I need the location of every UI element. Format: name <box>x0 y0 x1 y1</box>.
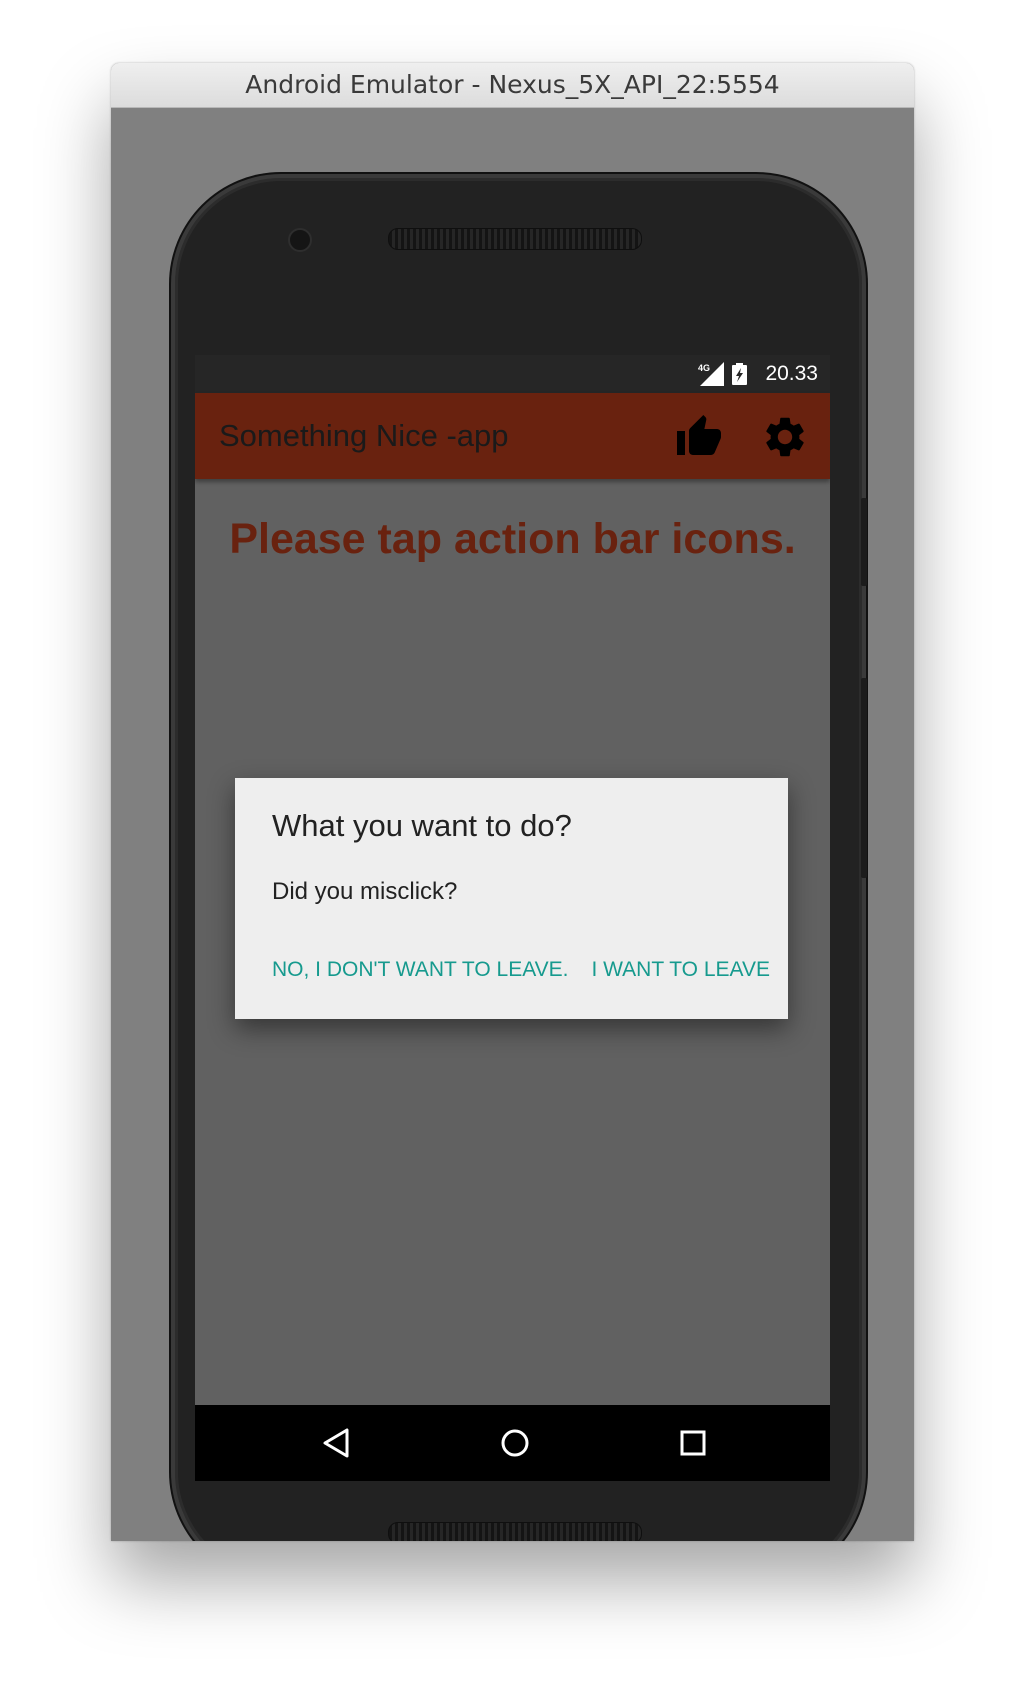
status-time: 20.33 <box>765 362 818 385</box>
volume-button[interactable] <box>861 498 867 586</box>
top-speaker <box>388 228 642 250</box>
recents-icon[interactable] <box>675 1425 711 1461</box>
navigation-bar <box>195 1405 830 1481</box>
battery-charging-icon <box>732 363 747 385</box>
dialog-message: Did you misclick? <box>272 878 458 905</box>
thumbs-up-icon[interactable] <box>675 413 723 461</box>
app-title: Something Nice -app <box>219 418 509 453</box>
dialog-title: What you want to do? <box>272 808 572 843</box>
emulator-window: Android Emulator - Nexus_5X_API_22:5554 … <box>111 63 914 1541</box>
instruction-text: Please tap action bar icons. <box>229 515 796 563</box>
action-bar: Something Nice -app <box>195 393 830 479</box>
settings-gear-icon[interactable] <box>761 413 809 461</box>
alert-dialog: What you want to do? Did you misclick? N… <box>235 778 788 1019</box>
device-screen: 4G 20.33 Something Nice -app Please tap … <box>195 355 830 1481</box>
bottom-speaker <box>388 1522 642 1541</box>
power-button[interactable] <box>861 678 867 878</box>
signal-4g-icon: 4G <box>698 362 724 386</box>
back-icon[interactable] <box>319 1425 355 1461</box>
emulator-area: 4G 20.33 Something Nice -app Please tap … <box>111 108 914 1541</box>
window-title: Android Emulator - Nexus_5X_API_22:5554 <box>111 63 914 108</box>
stay-button[interactable]: NO, I DON'T WANT TO LEAVE. <box>272 958 569 982</box>
home-icon[interactable] <box>497 1425 533 1461</box>
status-bar: 4G 20.33 <box>195 355 830 393</box>
camera-icon <box>288 228 312 252</box>
network-type-label: 4G <box>698 363 710 373</box>
leave-button[interactable]: I WANT TO LEAVE <box>591 958 770 982</box>
